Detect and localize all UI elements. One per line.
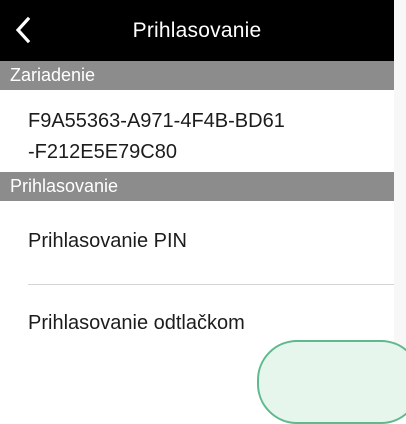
pin-login-item[interactable]: Prihlasovanie PIN	[0, 210, 394, 272]
floating-action-button[interactable]	[257, 340, 406, 424]
pin-login-label: Prihlasovanie PIN	[28, 229, 187, 252]
section-header-device: Zariadenie	[0, 61, 394, 90]
back-button[interactable]	[6, 10, 40, 50]
fingerprint-login-label: Prihlasovanie odtlačkom	[28, 311, 245, 334]
chevron-left-icon	[15, 16, 31, 44]
section-header-login: Prihlasovanie	[0, 172, 394, 201]
device-id-line-2: -F212E5E79C80	[28, 141, 177, 163]
navigation-bar: Prihlasovanie	[0, 0, 394, 61]
page-title: Prihlasovanie	[132, 18, 262, 42]
device-id: F9A55363-A971-4F4B-BD61 -F212E5E79C80	[28, 106, 368, 168]
divider	[28, 284, 394, 285]
device-id-line-1: F9A55363-A971-4F4B-BD61	[28, 110, 285, 132]
scroll-edge	[394, 0, 406, 358]
